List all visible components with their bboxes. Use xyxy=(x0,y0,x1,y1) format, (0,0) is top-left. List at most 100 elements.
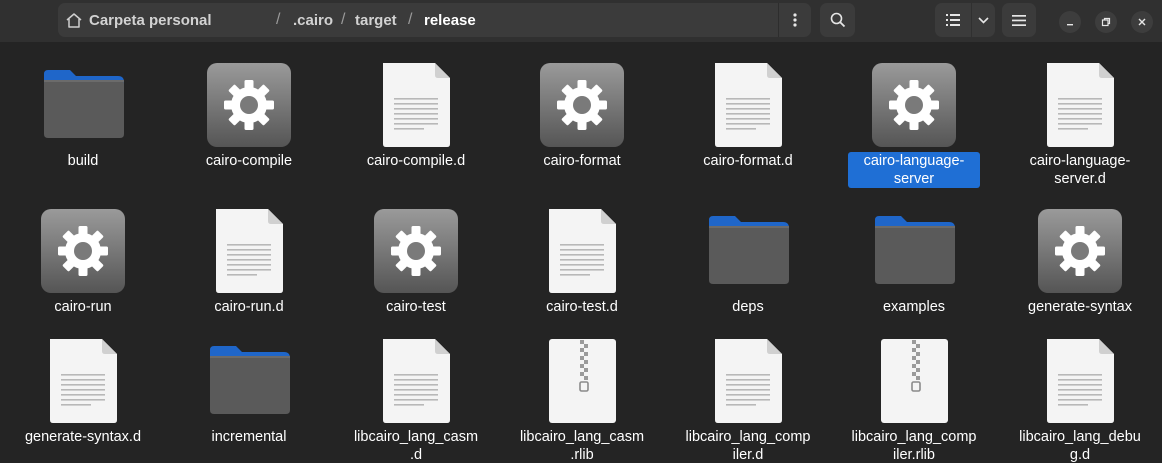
breadcrumb-separator: / xyxy=(341,11,346,28)
file-label-wrap: examples xyxy=(834,298,994,316)
file-grid: build cairo-compile cairo-compile.d cair… xyxy=(0,42,1162,463)
file-label-wrap: incremental xyxy=(169,428,329,446)
file-item[interactable]: generate-syntax.d xyxy=(3,318,163,458)
minimize-icon xyxy=(1067,24,1073,26)
folder-icon xyxy=(871,208,957,294)
file-label-wrap: cairo-run xyxy=(3,298,163,316)
file-item[interactable]: cairo-run.d xyxy=(169,188,329,328)
file-item[interactable]: cairo-language-server.d xyxy=(1000,42,1160,187)
close-button[interactable] xyxy=(1131,11,1153,33)
maximize-icon xyxy=(1101,17,1111,27)
maximize-button[interactable] xyxy=(1095,11,1117,33)
file-label-wrap: libcairo_lang_casm.d xyxy=(336,428,496,463)
file-item[interactable]: examples xyxy=(834,188,994,328)
text-icon xyxy=(1037,62,1123,148)
minimize-button[interactable] xyxy=(1059,11,1081,33)
archive-icon xyxy=(539,338,625,424)
executable-icon xyxy=(871,62,957,148)
file-label: libcairo_lang_casm.rlib xyxy=(519,429,645,463)
folder-icon xyxy=(40,62,126,148)
hamburger-menu-icon xyxy=(1012,14,1026,26)
file-item[interactable]: cairo-compile xyxy=(169,42,329,182)
file-item[interactable]: libcairo_lang_compiler.rlib xyxy=(834,318,994,463)
file-label: examples xyxy=(882,299,946,315)
file-label: cairo-language-server.d xyxy=(1029,153,1131,187)
file-label-wrap: cairo-run.d xyxy=(169,298,329,316)
file-label-wrap: build xyxy=(3,152,163,170)
text-icon xyxy=(373,338,459,424)
file-label: generate-syntax xyxy=(1028,299,1132,315)
executable-icon xyxy=(539,62,625,148)
file-item[interactable]: cairo-test.d xyxy=(502,188,662,328)
file-label-wrap: cairo-language-server.d xyxy=(1000,152,1160,188)
text-icon xyxy=(1037,338,1123,424)
archive-icon xyxy=(871,338,957,424)
path-menu-button[interactable] xyxy=(778,3,811,37)
file-label: cairo-compile.d xyxy=(366,153,466,169)
file-label: generate-syntax.d xyxy=(24,429,142,445)
executable-icon xyxy=(40,208,126,294)
file-label: cairo-format.d xyxy=(703,153,793,169)
text-icon xyxy=(206,208,292,294)
file-item[interactable]: cairo-format xyxy=(502,42,662,182)
file-item[interactable]: deps xyxy=(668,188,828,328)
file-label: cairo-compile xyxy=(205,153,293,169)
close-icon xyxy=(1138,18,1146,26)
breadcrumb-home[interactable]: Carpeta personal xyxy=(89,12,212,29)
file-item[interactable]: cairo-compile.d xyxy=(336,42,496,182)
main-menu-button[interactable] xyxy=(1002,3,1036,37)
header-bar: Carpeta personal / .cairo / target / rel… xyxy=(0,0,1162,42)
breadcrumb-cairo[interactable]: .cairo xyxy=(293,12,333,29)
text-icon xyxy=(705,62,791,148)
file-label: cairo-language-server xyxy=(848,152,980,188)
breadcrumb-separator: / xyxy=(276,11,281,28)
file-item[interactable]: build xyxy=(3,42,163,182)
text-icon xyxy=(373,62,459,148)
executable-icon xyxy=(206,62,292,148)
path-bar[interactable]: Carpeta personal / .cairo / target / rel… xyxy=(58,3,811,37)
breadcrumb-separator: / xyxy=(408,11,413,28)
file-item[interactable]: cairo-run xyxy=(3,188,163,328)
file-item[interactable]: libcairo_lang_casm.d xyxy=(336,318,496,463)
file-label-wrap: libcairo_lang_compiler.d xyxy=(668,428,828,463)
file-label: libcairo_lang_casm.d xyxy=(353,429,479,463)
text-icon xyxy=(705,338,791,424)
file-label: deps xyxy=(732,299,764,315)
view-options-button[interactable] xyxy=(972,3,995,37)
chevron-down-icon xyxy=(978,16,989,24)
file-label-wrap: generate-syntax.d xyxy=(3,428,163,446)
breadcrumb-release[interactable]: release xyxy=(424,12,476,29)
file-item[interactable]: cairo-format.d xyxy=(668,42,828,182)
file-label: cairo-test.d xyxy=(546,299,618,315)
file-label-wrap: libcairo_lang_compiler.rlib xyxy=(834,428,994,463)
file-label: libcairo_lang_debug.d xyxy=(1019,429,1141,463)
file-label: cairo-test xyxy=(386,299,446,315)
search-icon xyxy=(830,12,845,28)
folder-icon xyxy=(206,338,292,424)
breadcrumb-target[interactable]: target xyxy=(355,12,397,29)
file-label: build xyxy=(67,153,99,169)
file-item[interactable]: libcairo_lang_debug.d xyxy=(1000,318,1160,463)
text-icon xyxy=(40,338,126,424)
vertical-dots-icon xyxy=(793,13,797,27)
file-label-wrap: cairo-format xyxy=(502,152,662,170)
search-button[interactable] xyxy=(820,3,855,37)
file-item[interactable]: incremental xyxy=(169,318,329,458)
file-item[interactable]: cairo-language-server xyxy=(834,42,994,188)
file-item[interactable]: libcairo_lang_compiler.d xyxy=(668,318,828,463)
text-icon xyxy=(539,208,625,294)
file-label: incremental xyxy=(211,429,287,445)
home-icon[interactable] xyxy=(65,12,83,28)
file-item[interactable]: cairo-test xyxy=(336,188,496,328)
file-label-wrap: deps xyxy=(668,298,828,316)
file-item[interactable]: libcairo_lang_casm.rlib xyxy=(502,318,662,463)
file-label: cairo-run.d xyxy=(214,299,284,315)
file-item[interactable]: generate-syntax xyxy=(1000,188,1160,328)
list-view-button[interactable] xyxy=(935,3,971,37)
file-label-wrap: cairo-test.d xyxy=(502,298,662,316)
file-label-wrap: libcairo_lang_casm.rlib xyxy=(502,428,662,463)
file-label: cairo-format xyxy=(543,153,621,169)
list-view-icon xyxy=(946,14,960,26)
file-label: libcairo_lang_compiler.rlib xyxy=(851,429,977,463)
file-label-wrap: cairo-compile.d xyxy=(336,152,496,170)
